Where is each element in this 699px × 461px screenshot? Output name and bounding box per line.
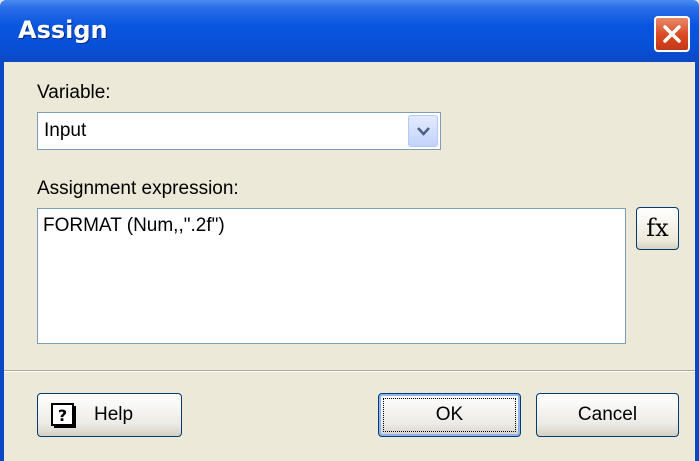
help-book-icon: ?: [51, 403, 76, 428]
ok-button[interactable]: OK: [378, 393, 521, 437]
cancel-button-label: Cancel: [577, 404, 638, 425]
function-button[interactable]: fx: [636, 207, 679, 250]
close-icon: [663, 25, 681, 43]
assign-dialog: Assign Variable: Input Assignment expres…: [0, 0, 699, 461]
variable-label: Variable:: [37, 82, 111, 103]
svg-text:?: ?: [58, 406, 67, 425]
dialog-title: Assign: [18, 16, 108, 44]
chevron-down-icon: [417, 127, 430, 136]
ok-button-label: OK: [435, 404, 464, 425]
help-button-label: Help: [94, 404, 134, 425]
window-frame-left: [0, 62, 4, 461]
separator-highlight: [4, 371, 695, 372]
cancel-button[interactable]: Cancel: [536, 393, 679, 437]
variable-selected-value: Input: [44, 120, 87, 141]
expression-textarea[interactable]: FORMAT (Num,,".2f"): [37, 208, 626, 344]
help-button[interactable]: ? Help: [37, 393, 182, 437]
expression-label: Assignment expression:: [37, 178, 239, 199]
dropdown-button[interactable]: [408, 115, 438, 147]
close-button[interactable]: [654, 16, 690, 52]
window-frame-right: [695, 62, 699, 461]
variable-dropdown[interactable]: Input: [37, 112, 441, 150]
title-bar[interactable]: Assign: [0, 0, 699, 62]
